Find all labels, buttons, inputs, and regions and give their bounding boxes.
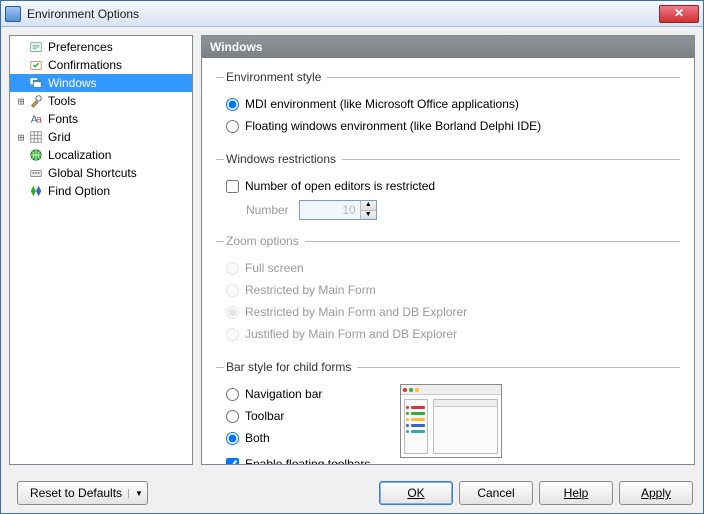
zoom-full-label: Full screen (245, 261, 304, 275)
tree-item-localization[interactable]: Localization (10, 146, 192, 164)
preferences-icon (28, 39, 44, 55)
tree-item-confirmations[interactable]: Confirmations (10, 56, 192, 74)
zoom-full-radio (226, 262, 239, 275)
mdi-label[interactable]: MDI environment (like Microsoft Office a… (245, 97, 519, 111)
bar-nav-radio[interactable] (226, 388, 239, 401)
bar-style-preview (400, 384, 502, 458)
close-button[interactable]: ✕ (659, 5, 699, 23)
zoom-just-label: Justified by Main Form and DB Explorer (245, 327, 457, 341)
tree-label: Global Shortcuts (48, 166, 137, 180)
floating-label[interactable]: Floating windows environment (like Borla… (245, 119, 541, 133)
zoom-main-radio (226, 284, 239, 297)
windows-restrictions-legend: Windows restrictions (224, 152, 342, 166)
environment-options-dialog: Environment Options ✕ Preferences Confirm… (0, 0, 704, 514)
grid-icon (28, 129, 44, 145)
localization-icon (28, 147, 44, 163)
zoom-main-label: Restricted by Main Form (245, 283, 376, 297)
tree-item-tools[interactable]: ⊞ Tools (10, 92, 192, 110)
tools-icon (28, 93, 44, 109)
panel-title: Windows (202, 36, 694, 58)
environment-style-group: Environment style MDI environment (like … (216, 70, 680, 138)
windows-icon (28, 75, 44, 91)
tree-item-fonts[interactable]: Aa Fonts (10, 110, 192, 128)
tree-item-grid[interactable]: ⊞ Grid (10, 128, 192, 146)
svg-text:a: a (36, 114, 42, 126)
spinner-up[interactable]: ▲ (360, 201, 376, 211)
apply-button[interactable]: Apply (619, 481, 693, 505)
cancel-button[interactable]: Cancel (459, 481, 533, 505)
floating-radio[interactable] (226, 120, 239, 133)
floating-toolbars-checkbox[interactable] (226, 458, 239, 465)
content-pane: Windows Environment style MDI environmen… (201, 35, 695, 465)
window-title: Environment Options (27, 7, 659, 21)
expand-icon[interactable]: ⊞ (14, 95, 28, 108)
windows-restrictions-group: Windows restrictions Number of open edit… (216, 152, 680, 220)
chevron-down-icon[interactable]: ▼ (128, 489, 143, 498)
expand-icon[interactable]: ⊞ (14, 131, 28, 144)
tree-label: Windows (48, 76, 97, 90)
app-icon (5, 6, 21, 22)
number-spinner[interactable]: ▲▼ (299, 200, 377, 220)
zoom-maindb-radio (226, 306, 239, 319)
tree-item-preferences[interactable]: Preferences (10, 38, 192, 56)
environment-style-legend: Environment style (224, 70, 327, 84)
dialog-footer: Reset to Defaults▼ OK Cancel Help Apply (1, 473, 703, 513)
ok-button[interactable]: OK (379, 481, 453, 505)
bar-both-radio[interactable] (226, 432, 239, 445)
bar-both-label[interactable]: Both (245, 431, 270, 445)
zoom-just-radio (226, 328, 239, 341)
zoom-options-legend: Zoom options (224, 234, 305, 248)
tree-item-find-option[interactable]: Find Option (10, 182, 192, 200)
shortcuts-icon (28, 165, 44, 181)
tree-label: Preferences (48, 40, 113, 54)
tree-item-windows[interactable]: Windows (10, 74, 192, 92)
titlebar: Environment Options ✕ (1, 1, 703, 27)
tree-label: Localization (48, 148, 111, 162)
confirmations-icon (28, 57, 44, 73)
tree-label: Fonts (48, 112, 78, 126)
bar-toolbar-label[interactable]: Toolbar (245, 409, 284, 423)
bar-toolbar-radio[interactable] (226, 410, 239, 423)
tree-label: Confirmations (48, 58, 122, 72)
bar-style-legend: Bar style for child forms (224, 360, 357, 374)
number-label: Number (246, 203, 289, 217)
bar-style-group: Bar style for child forms Navigation bar… (216, 360, 680, 464)
number-input[interactable] (300, 201, 360, 219)
mdi-radio[interactable] (226, 98, 239, 111)
help-button[interactable]: Help (539, 481, 613, 505)
tree-label: Find Option (48, 184, 110, 198)
reset-defaults-button[interactable]: Reset to Defaults▼ (17, 481, 148, 505)
limit-editors-label[interactable]: Number of open editors is restricted (245, 179, 435, 193)
category-tree[interactable]: Preferences Confirmations Windows ⊞ Tools Aa F… (9, 35, 193, 465)
fonts-icon: Aa (28, 111, 44, 127)
tree-item-global-shortcuts[interactable]: Global Shortcuts (10, 164, 192, 182)
zoom-maindb-label: Restricted by Main Form and DB Explorer (245, 305, 467, 319)
tree-label: Grid (48, 130, 71, 144)
zoom-options-group: Zoom options Full screen Restricted by M… (216, 234, 680, 346)
limit-editors-checkbox[interactable] (226, 180, 239, 193)
tree-label: Tools (48, 94, 76, 108)
find-icon (28, 183, 44, 199)
floating-toolbars-label[interactable]: Enable floating toolbars (245, 457, 370, 464)
spinner-down[interactable]: ▼ (360, 211, 376, 220)
bar-nav-label[interactable]: Navigation bar (245, 387, 322, 401)
